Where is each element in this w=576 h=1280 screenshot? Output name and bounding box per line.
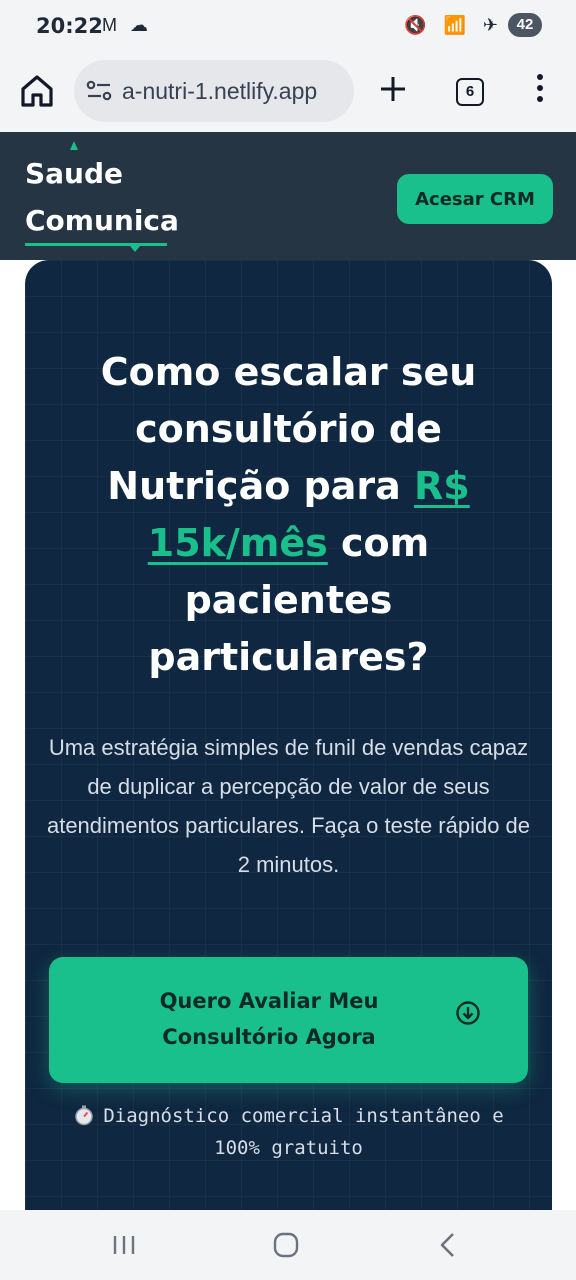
brand-underline [25,243,167,246]
new-tab-icon[interactable] [378,74,408,104]
address-bar[interactable]: a-nutri-1.netlify.app [74,60,354,122]
brand-line-2: Comunica [25,204,179,237]
arrow-down-circle-icon [456,1001,480,1025]
cta-label: Quero Avaliar Meu Consultório Agora [159,989,379,1049]
hero-section: Como escalar seu consultório de Nutrição… [25,260,552,1220]
cta-note-text: Diagnóstico comercial instantâneo e 100%… [103,1105,504,1159]
access-crm-button[interactable]: Acesar CRM [397,174,553,224]
recent-apps-icon[interactable] [112,1234,136,1256]
status-time: 20:22 [36,14,103,38]
url-text: a-nutri-1.netlify.app [122,78,318,104]
home-icon[interactable] [18,72,56,110]
notification-icons: M ☁ [102,15,152,35]
site-settings-icon[interactable] [86,80,112,102]
brand-accent-mark [70,141,78,150]
tab-switcher-button[interactable]: 6 [456,78,484,106]
back-icon[interactable] [438,1232,458,1258]
evaluate-practice-button[interactable]: Quero Avaliar Meu Consultório Agora [49,957,528,1083]
hero-title: Como escalar seu consultório de Nutrição… [45,344,532,686]
brand-logo[interactable]: Saude Comunica [25,150,179,244]
cta-note: Diagnóstico comercial instantâneo e 100%… [45,1100,532,1164]
home-nav-icon[interactable] [273,1232,299,1258]
status-bar: 20:22 M ☁ 🔇 📶 ✈ 42 [0,0,576,52]
site-header: Saude Comunica Acesar CRM [0,132,576,260]
hero-subtitle: Uma estratégia simples de funil de venda… [46,735,531,877]
system-navigation-bar [0,1210,576,1280]
browser-toolbar: a-nutri-1.netlify.app 6 [0,52,576,132]
battery-icon: 42 [508,13,542,37]
system-status-icons: 🔇 📶 ✈ [404,15,504,35]
brand-accent-mark [130,246,140,252]
stopwatch-icon [75,1105,94,1126]
browser-menu-icon[interactable] [530,74,550,106]
brand-line-1: Saude [25,157,124,190]
